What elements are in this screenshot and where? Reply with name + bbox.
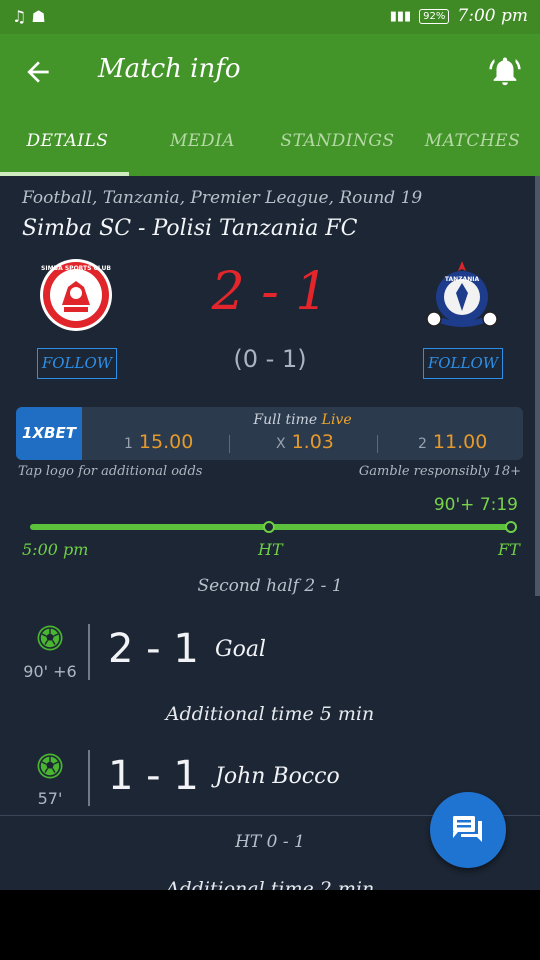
bookmaker-logo[interactable]: 1XBET — [16, 407, 82, 460]
odd-home-value: 15.00 — [138, 431, 194, 453]
odd-away-key: 2 — [418, 436, 427, 452]
event-minute: 57' — [37, 789, 63, 808]
active-tab-indicator — [0, 172, 129, 176]
odd-draw[interactable]: X 1.03 — [276, 431, 334, 453]
tab-matches[interactable]: MATCHES — [405, 110, 540, 176]
competition-info: Football, Tanzania, Premier League, Roun… — [22, 188, 423, 208]
ft-label: FT — [498, 540, 520, 559]
odd-draw-key: X — [276, 436, 286, 452]
football-icon — [37, 625, 63, 651]
live-badge: Live — [321, 412, 352, 428]
chat-button[interactable] — [430, 792, 506, 868]
away-logo-text: TANZANIA — [445, 276, 480, 283]
event-score: 1 - 1 — [108, 753, 199, 799]
back-arrow-icon[interactable] — [22, 56, 54, 88]
navigation-area — [0, 890, 540, 960]
odd-home[interactable]: 1 15.00 — [124, 431, 193, 453]
additional-time-note: Additional time 5 min — [165, 703, 375, 725]
odd-away-value: 11.00 — [432, 431, 488, 453]
kickoff-time: 5:00 pm — [22, 540, 89, 559]
battery-icon: 92% — [419, 8, 450, 24]
football-icon — [37, 753, 63, 779]
odd-draw-value: 1.03 — [291, 431, 334, 453]
event-minute: 90' +6 — [23, 662, 77, 681]
tab-media[interactable]: MEDIA — [135, 110, 270, 176]
odds-divider — [229, 435, 230, 453]
odds-type: Full time — [253, 412, 318, 428]
app-screen: ♫ ☗ ▮▮▮ 92% 7:00 pm Match info DETAILS M… — [0, 0, 540, 890]
tab-details[interactable]: DETAILS — [0, 110, 135, 176]
follow-away-button[interactable]: FOLLOW — [423, 348, 503, 379]
odds-panel[interactable]: 1XBET Full time Live 1 15.00 X 1.03 2 11.00 — [16, 407, 523, 460]
tab-standings[interactable]: STANDINGS — [270, 110, 405, 176]
ht-label: HT — [258, 540, 283, 559]
odds-note: Tap logo for additional odds — [18, 464, 203, 479]
match-title: Simba SC - Polisi Tanzania FC — [22, 216, 358, 241]
odds-header: Full time Live — [82, 412, 523, 428]
status-bar: ♫ ☗ ▮▮▮ 92% 7:00 pm — [0, 0, 540, 34]
event-score: 2 - 1 — [108, 626, 199, 672]
notification-icons: ♫ ☗ — [12, 7, 46, 26]
match-clock: 90'+ 7:19 — [433, 495, 518, 515]
event-divider — [88, 624, 90, 680]
tab-bar: DETAILS MEDIA STANDINGS MATCHES — [0, 110, 540, 176]
status-right: ▮▮▮ 92% 7:00 pm — [390, 6, 528, 26]
page-title: Match info — [98, 54, 241, 84]
halftime-marker — [263, 521, 275, 533]
odd-home-key: 1 — [124, 436, 133, 452]
away-team-logo[interactable]: TANZANIA — [424, 257, 500, 333]
additional-time-note: Additional time 2 min — [165, 878, 375, 890]
app-bar: Match info — [0, 34, 540, 110]
status-time: 7:00 pm — [457, 6, 528, 26]
event-divider — [88, 750, 90, 806]
event-description: John Bocco — [215, 764, 340, 789]
gamble-note: Gamble responsibly 18+ — [358, 464, 521, 479]
chat-icon — [453, 816, 482, 842]
odd-away[interactable]: 2 11.00 — [418, 431, 487, 453]
period-header: Second half 2 - 1 — [197, 576, 343, 596]
notification-bell-icon[interactable] — [488, 54, 522, 88]
event-description: Goal — [215, 637, 266, 662]
fulltime-marker — [505, 521, 517, 533]
scrollbar[interactable] — [535, 176, 540, 596]
signal-icon: ▮▮▮ — [389, 8, 412, 24]
odds-divider — [377, 435, 378, 453]
